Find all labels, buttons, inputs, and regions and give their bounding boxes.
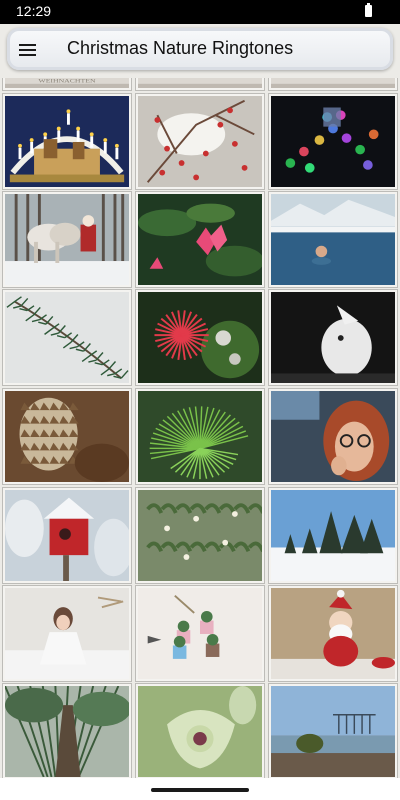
tile-pine-cones-image (5, 391, 129, 482)
tile-succulent-pots[interactable] (136, 586, 264, 681)
ringtone-grid: WEIHNACHTEN (0, 78, 400, 790)
tile-pink-flower[interactable] (136, 192, 264, 287)
tile-hellebore-image (138, 686, 262, 777)
tile-horse-sleigh[interactable] (3, 192, 131, 287)
tile-red-bloom[interactable] (136, 290, 264, 385)
tile-tree-trunk-image (5, 686, 129, 777)
tile-woman-glasses[interactable] (269, 389, 397, 484)
tile-partial-3-image (271, 78, 395, 88)
tile-woman-glasses-image (271, 391, 395, 482)
tile-white-figure-image (271, 292, 395, 383)
tile-harbor[interactable] (269, 684, 397, 779)
tile-horse-sleigh-image (5, 194, 129, 285)
tile-mistletoe-image (138, 490, 262, 581)
tile-candle-arch[interactable] (3, 94, 131, 189)
tile-snowy-trees[interactable] (269, 488, 397, 583)
tile-red-bloom-image (138, 292, 262, 383)
tile-hellebore[interactable] (136, 684, 264, 779)
tile-pine-needles-image (138, 391, 262, 482)
tile-partial-3[interactable] (269, 78, 397, 90)
tile-girl-in-snow[interactable] (3, 586, 131, 681)
tile-santa-figurine-image (271, 588, 395, 679)
tile-pine-cones[interactable] (3, 389, 131, 484)
tile-tree-trunk[interactable] (3, 684, 131, 779)
tile-snowy-berries[interactable] (136, 94, 264, 189)
tile-candle-arch-image (5, 96, 129, 187)
app-bar: Christmas Nature Ringtones (7, 28, 393, 70)
app-title: Christmas Nature Ringtones (67, 38, 294, 58)
tile-red-birdhouse[interactable] (3, 488, 131, 583)
tile-bokeh-lights[interactable] (269, 94, 397, 189)
tile-snowy-berries-image (138, 96, 262, 187)
battery-icon (365, 3, 372, 17)
tile-bokeh-lights-image (271, 96, 395, 187)
navigation-bar (0, 778, 400, 800)
tile-santa-figurine[interactable] (269, 586, 397, 681)
tile-partial-2-image (138, 78, 262, 88)
tile-partial-weihnachten[interactable]: WEIHNACHTEN (3, 78, 131, 90)
tile-snowy-branch[interactable] (3, 290, 131, 385)
tile-partial-weihnachten-image: WEIHNACHTEN (5, 78, 129, 88)
status-time: 12:29 (16, 3, 52, 19)
tile-snowy-branch-image (5, 292, 129, 383)
tile-ice-swimmer-image (271, 194, 395, 285)
hamburger-menu-icon[interactable] (17, 41, 39, 59)
tile-red-birdhouse-image (5, 490, 129, 581)
home-gesture-handle[interactable] (151, 788, 249, 792)
tile-girl-in-snow-image (5, 588, 129, 679)
status-bar: 12:29 (0, 0, 400, 24)
tile-pine-needles[interactable] (136, 389, 264, 484)
svg-text:WEIHNACHTEN: WEIHNACHTEN (38, 78, 95, 84)
tile-pink-flower-image (138, 194, 262, 285)
tile-ice-swimmer[interactable] (269, 192, 397, 287)
tile-partial-2[interactable] (136, 78, 264, 90)
tile-snowy-trees-image (271, 490, 395, 581)
tile-succulent-pots-image (138, 588, 262, 679)
tile-white-figure[interactable] (269, 290, 397, 385)
tile-mistletoe[interactable] (136, 488, 264, 583)
tile-harbor-image (271, 686, 395, 777)
